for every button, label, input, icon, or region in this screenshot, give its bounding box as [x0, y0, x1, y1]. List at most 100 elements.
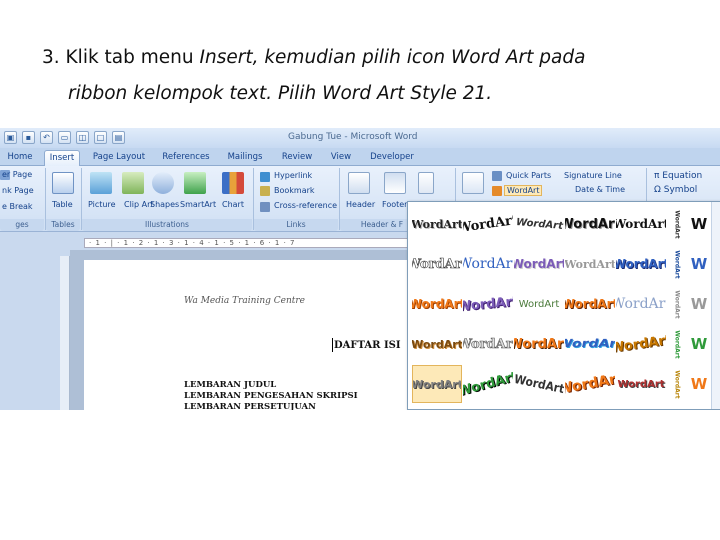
smartart-button[interactable]: SmartArt [180, 200, 216, 209]
hyperlink-button[interactable]: Hyperlink [274, 171, 312, 180]
new-document-icon[interactable]: □ [94, 131, 107, 144]
shapes-icon [152, 172, 174, 194]
wordart-vertical-style[interactable]: WordArt [670, 365, 684, 403]
wordart-sample-text: WordArt [565, 297, 615, 311]
symbol-label: Symbol [663, 185, 698, 195]
wordart-w-style[interactable]: W [684, 365, 714, 403]
toc-entry: LEMBARAN PENGESAHAN SKRIPSI [184, 391, 358, 401]
wordart-style-19[interactable]: WordArt [565, 325, 615, 363]
save-icon[interactable]: ▪ [22, 131, 35, 144]
tab-developer[interactable]: Developer [364, 150, 420, 166]
tab-page-layout[interactable]: Page Layout [88, 150, 150, 166]
wordart-style-15[interactable]: WordArt [616, 285, 666, 323]
wordart-style-18[interactable]: WordArt [514, 325, 564, 363]
wordart-sample-text: WordArt [616, 257, 666, 271]
wordart-w-style[interactable]: W [684, 285, 714, 323]
wordart-style-7[interactable]: WordArt [463, 245, 513, 283]
wordart-style-24[interactable]: WordArt [565, 365, 615, 403]
wordart-sample-text: WordArt [673, 329, 681, 359]
wordart-sample-text: WordArt [515, 216, 563, 232]
tab-insert[interactable]: Insert [44, 150, 80, 167]
wordart-style-13[interactable]: WordArt [514, 285, 564, 323]
wordart-style-8[interactable]: WordArt [514, 245, 564, 283]
vertical-ruler[interactable] [60, 256, 70, 410]
wordart-style-9[interactable]: WordArt [565, 245, 615, 283]
wordart-sample-text: WordArt [565, 216, 615, 232]
tab-home[interactable]: Home [2, 150, 38, 166]
wordart-vertical-style[interactable]: WordArt [670, 325, 684, 363]
footer-button[interactable]: Footer [382, 200, 407, 209]
tables-group-label: Tables [46, 219, 80, 231]
date-time-button[interactable]: Date & Time [575, 185, 625, 194]
wordart-sample-text: WordArt [463, 336, 513, 352]
wordart-sample-text: WordArt [616, 217, 666, 231]
hyperlink-icon [260, 172, 270, 182]
cross-reference-button[interactable]: Cross-reference [274, 201, 337, 210]
wordart-w-style[interactable]: W [684, 325, 714, 363]
cover-page-button[interactable]: er Page [2, 170, 32, 179]
wordart-sample-text: WordArt [514, 371, 564, 397]
wordart-style-2[interactable]: WordArt [463, 205, 513, 243]
wordart-style-12[interactable]: WordArt [463, 285, 513, 323]
wordart-style-17[interactable]: WordArt [463, 325, 513, 363]
wordart-sample-text: WordArt [463, 368, 513, 400]
wordart-style-5[interactable]: WordArt [616, 205, 666, 243]
shapes-button[interactable]: Shapes [150, 200, 179, 209]
wordart-style-16[interactable]: WordArt [412, 325, 462, 363]
chart-button[interactable]: Chart [222, 200, 244, 209]
wordart-sample-text: WordArt [514, 257, 564, 271]
blank-page-button[interactable]: nk Page [2, 186, 34, 195]
table-button[interactable]: Table [52, 200, 73, 209]
wordart-style-23[interactable]: WordArt [514, 365, 564, 403]
print-preview-icon[interactable]: ◫ [76, 131, 89, 144]
wordart-sample-text: WordArt [616, 332, 666, 356]
ribbon-tabs: Home Insert Page Layout References Maili… [0, 148, 720, 167]
office-button-icon[interactable]: ▣ [4, 131, 17, 144]
quick-parts-button[interactable]: Quick Parts [506, 171, 551, 180]
tab-review[interactable]: Review [276, 150, 318, 166]
wordart-vertical-style[interactable]: WordArt [670, 285, 684, 323]
wordart-button[interactable]: WordArt [504, 185, 543, 196]
wordart-style-14[interactable]: WordArt [565, 285, 615, 323]
wordart-style-11[interactable]: WordArt [412, 285, 462, 323]
bookmark-button[interactable]: Bookmark [274, 186, 315, 195]
tab-view[interactable]: View [324, 150, 358, 166]
wordart-style-21-selected[interactable]: WordArt [412, 365, 462, 403]
wordart-style-20[interactable]: WordArt [616, 325, 666, 363]
wordart-vertical-style[interactable]: WordArt [670, 245, 684, 283]
wordart-style-4[interactable]: WordArt [565, 205, 615, 243]
picture-button[interactable]: Picture [88, 200, 116, 209]
wordart-w-style[interactable]: W [684, 245, 714, 283]
wordart-style-10[interactable]: WordArt [616, 245, 666, 283]
gallery-scrollbar[interactable] [711, 202, 720, 409]
wordart-sample-text: WordArt [565, 257, 615, 271]
wordart-style-6[interactable]: WordArt [412, 245, 462, 283]
wordart-sample-text: WordArt [565, 337, 615, 351]
wordart-sample-text: WordArt [617, 378, 665, 390]
symbol-button[interactable]: Ω Symbol [654, 185, 697, 195]
wordart-sample-text: WordArt [565, 370, 615, 398]
signature-line-button[interactable]: Signature Line [564, 171, 622, 180]
document-page[interactable]: Wa Media Training Centre DAFTAR ISI LEMB… [84, 260, 414, 410]
wordart-style-22[interactable]: WordArt [463, 365, 513, 403]
header-button[interactable]: Header [346, 200, 375, 209]
chart-icon [222, 172, 244, 194]
wordart-sample-text: WordArt [616, 296, 666, 312]
tab-mailings[interactable]: Mailings [222, 150, 268, 166]
equation-button[interactable]: π Equation [654, 171, 702, 181]
instruction-line-1: 3. Klik tab menu Insert, kemudian pilih … [42, 40, 682, 76]
wordart-style-25[interactable]: WordArt [616, 365, 666, 403]
wordart-style-1[interactable]: WordArt [412, 205, 462, 243]
undo-icon[interactable]: ↶ [40, 131, 53, 144]
cross-reference-icon [260, 202, 270, 212]
open-icon[interactable]: ▭ [58, 131, 71, 144]
horizontal-ruler[interactable]: · 1 · | · 1 · 2 · 1 · 3 · 1 · 4 · 1 · 5 … [84, 238, 414, 248]
wordart-vertical-style[interactable]: WordArt [670, 205, 684, 243]
tab-references[interactable]: References [158, 150, 214, 166]
wordart-w-style[interactable]: W [684, 205, 714, 243]
quick-print-icon[interactable]: ▤ [112, 131, 125, 144]
quick-parts-icon [492, 171, 502, 181]
pages-group-label: ges [0, 219, 44, 231]
page-break-button[interactable]: e Break [2, 202, 33, 211]
wordart-style-3[interactable]: WordArt [514, 205, 564, 243]
